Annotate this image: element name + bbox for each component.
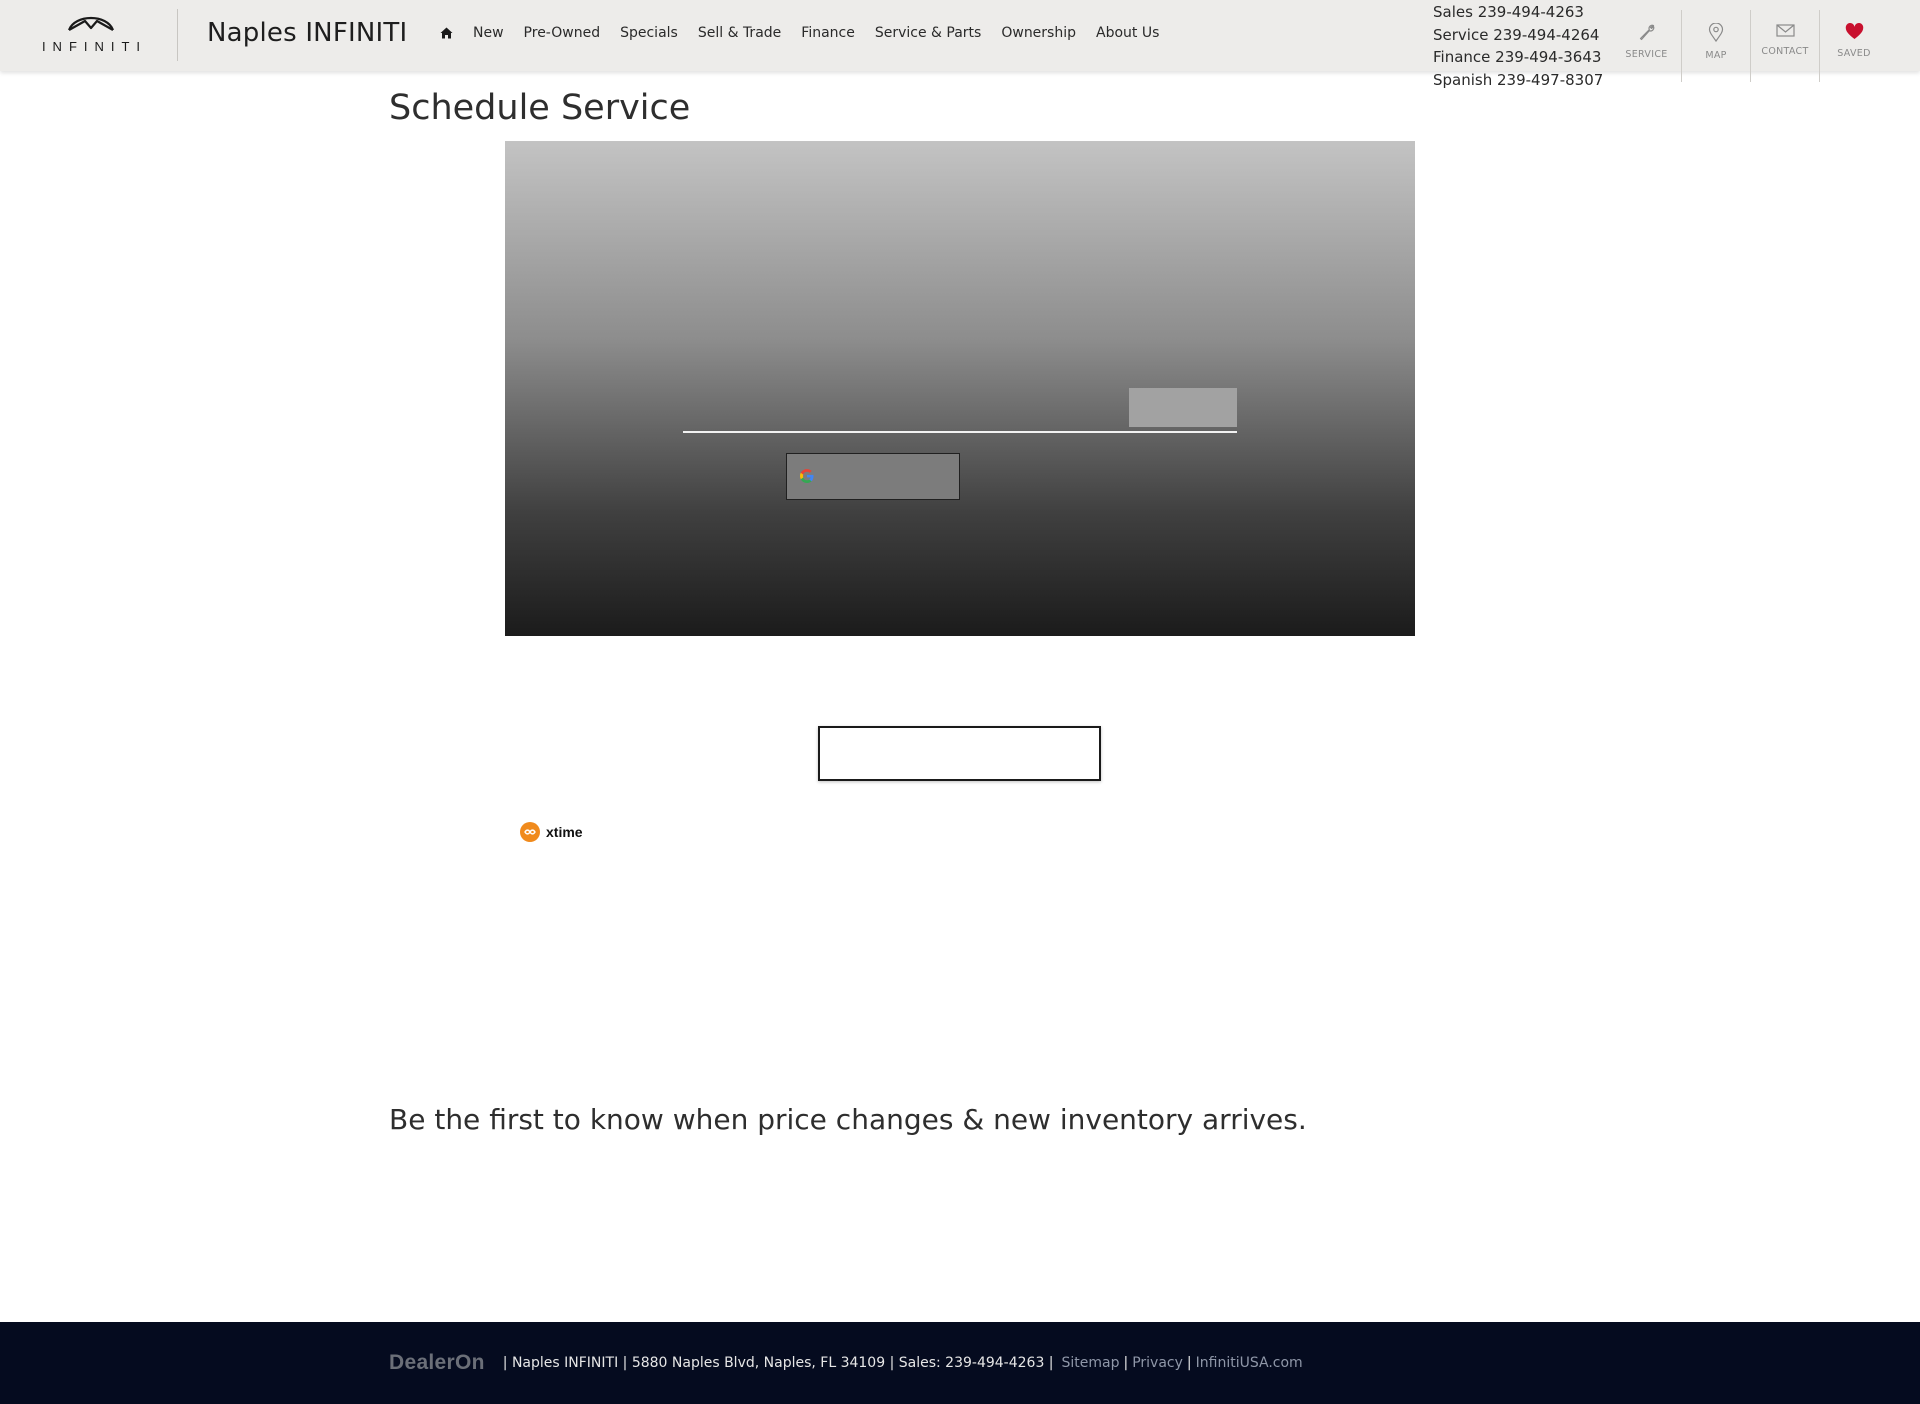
home-icon[interactable] — [430, 27, 463, 39]
site-footer: DealerOn | Naples INFINITI | 5880 Naples… — [0, 1322, 1920, 1404]
contact-link[interactable]: CONTACT — [1750, 10, 1819, 82]
inventory-alert-heading: Be the first to know when price changes … — [389, 1103, 1307, 1136]
phone-label: Finance — [1433, 48, 1491, 66]
page-title: Schedule Service — [389, 88, 691, 128]
footer-link-privacy[interactable]: Privacy — [1132, 1355, 1183, 1371]
xtime-label: xtime — [546, 824, 583, 840]
nav-item-specials[interactable]: Specials — [610, 25, 688, 41]
infiniti-emblem-icon — [67, 17, 115, 31]
footer-link-sitemap[interactable]: Sitemap — [1062, 1355, 1120, 1371]
nav-item-pre-owned[interactable]: Pre-Owned — [514, 25, 611, 41]
service-link[interactable]: SERVICE — [1612, 10, 1681, 82]
xtime-badge[interactable]: xtime — [520, 822, 583, 842]
nav-item-ownership[interactable]: Ownership — [991, 25, 1086, 41]
footer-link-infiniti-usa[interactable]: InfinitiUSA.com — [1196, 1355, 1303, 1371]
phone-service[interactable]: Service 239-494-4264 — [1433, 24, 1603, 47]
infiniti-logo[interactable]: INFINITI — [28, 10, 154, 60]
quick-link-label: SERVICE — [1625, 49, 1668, 60]
phone-label: Spanish — [1433, 70, 1493, 89]
dealeron-logo[interactable]: DealerOn — [389, 1351, 485, 1375]
nav-item-finance[interactable]: Finance — [791, 25, 865, 41]
footer-dealer-info: | Naples INFINITI | 5880 Naples Blvd, Na… — [502, 1355, 1054, 1371]
google-icon — [800, 469, 814, 484]
map-pin-icon — [1708, 23, 1724, 42]
quick-link-label: SAVED — [1837, 48, 1871, 59]
phone-number: 239-494-4264 — [1493, 25, 1600, 44]
nav-item-service-parts[interactable]: Service & Parts — [865, 25, 992, 41]
search-input-underline[interactable] — [683, 431, 1237, 433]
phone-finance[interactable]: Finance 239-494-3643 — [1433, 46, 1603, 69]
saved-link[interactable]: SAVED — [1819, 10, 1888, 82]
phone-number: 239-494-4263 — [1477, 3, 1584, 21]
footer-separator: | — [1123, 1355, 1129, 1371]
phone-spanish[interactable]: Spanish 239-497-8307 — [1433, 69, 1603, 92]
quick-link-label: CONTACT — [1761, 46, 1809, 57]
phone-label: Sales — [1433, 3, 1473, 21]
quick-links: SERVICE MAP CONTACT SAVED — [1612, 10, 1888, 82]
header-divider — [177, 9, 178, 61]
envelope-icon — [1775, 24, 1795, 37]
phone-sales[interactable]: Sales 239-494-4263 — [1433, 1, 1603, 24]
map-link[interactable]: MAP — [1681, 10, 1750, 82]
phone-number: 239-494-3643 — [1495, 48, 1602, 66]
nav-item-new[interactable]: New — [463, 25, 514, 41]
service-scheduler-widget — [505, 141, 1415, 636]
google-signin-button[interactable] — [786, 453, 960, 500]
schedule-action-button[interactable] — [818, 726, 1101, 781]
phone-numbers: Sales 239-494-4263 Service 239-494-4264 … — [1433, 1, 1603, 91]
nav-item-about-us[interactable]: About Us — [1086, 25, 1169, 41]
nav-item-sell-trade[interactable]: Sell & Trade — [688, 25, 791, 41]
heart-icon — [1845, 23, 1863, 39]
phone-number: 239-497-8307 — [1497, 70, 1604, 89]
main-nav: New Pre-Owned Specials Sell & Trade Fina… — [430, 25, 1169, 41]
xtime-logo-icon — [520, 822, 540, 842]
footer-separator: | — [1186, 1355, 1192, 1371]
wrench-icon — [1639, 24, 1654, 41]
phone-label: Service — [1433, 25, 1489, 44]
quick-link-label: MAP — [1705, 50, 1727, 61]
footer-content: DealerOn | Naples INFINITI | 5880 Naples… — [389, 1351, 1303, 1375]
logo-wordmark: INFINITI — [41, 39, 148, 54]
site-header: INFINITI Naples INFINITI New Pre-Owned S… — [0, 0, 1920, 89]
search-button[interactable] — [1129, 388, 1237, 427]
dealer-name[interactable]: Naples INFINITI — [207, 18, 407, 48]
